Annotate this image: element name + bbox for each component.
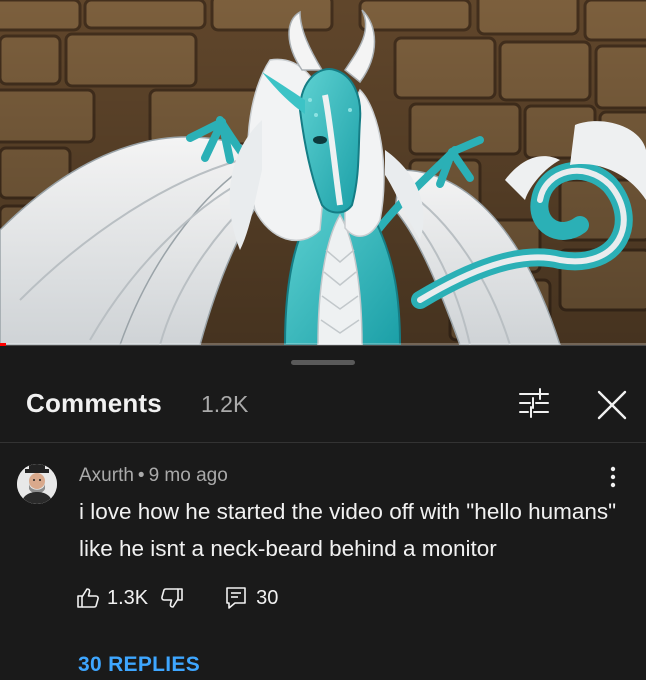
- comment-text: i love how he started the video off with…: [79, 499, 617, 561]
- close-icon: [597, 390, 627, 420]
- thumbs-up-icon: [77, 588, 99, 608]
- view-replies-link[interactable]: 30 REPLIES: [78, 653, 200, 677]
- like-count: 1.3K: [107, 586, 149, 609]
- dislike-button[interactable]: [160, 586, 184, 610]
- close-button[interactable]: [593, 386, 631, 424]
- avatar[interactable]: [17, 464, 57, 504]
- header-divider: [0, 442, 646, 443]
- comment-more-button[interactable]: [600, 462, 626, 492]
- meta-separator: •: [137, 465, 145, 486]
- comments-title: Comments: [26, 388, 162, 418]
- comment-actions: 1.3K 30: [76, 584, 278, 612]
- comments-count: 1.2K: [201, 391, 249, 417]
- comment-time: 9 mo ago: [148, 465, 228, 486]
- drag-handle[interactable]: [291, 360, 355, 365]
- sort-filter-icon: [519, 388, 549, 418]
- like-button[interactable]: 1.3K: [76, 586, 148, 610]
- reply-count: 30: [256, 586, 279, 609]
- comment-author[interactable]: Axurth: [79, 465, 134, 486]
- more-vertical-icon: [610, 466, 616, 488]
- reply-comment-icon: [226, 587, 246, 609]
- comments-panel: Comments 1.2K Axurth • 9 mo ago i love h…: [0, 346, 646, 680]
- video-player[interactable]: [0, 0, 646, 345]
- comment-meta: Axurth • 9 mo ago: [79, 465, 228, 487]
- video-frame-dragon: [0, 0, 646, 345]
- reply-button[interactable]: 30: [225, 586, 278, 610]
- user-avatar-image: [17, 464, 57, 504]
- sort-filter-button[interactable]: [516, 386, 552, 422]
- thumbs-down-icon: [161, 588, 183, 608]
